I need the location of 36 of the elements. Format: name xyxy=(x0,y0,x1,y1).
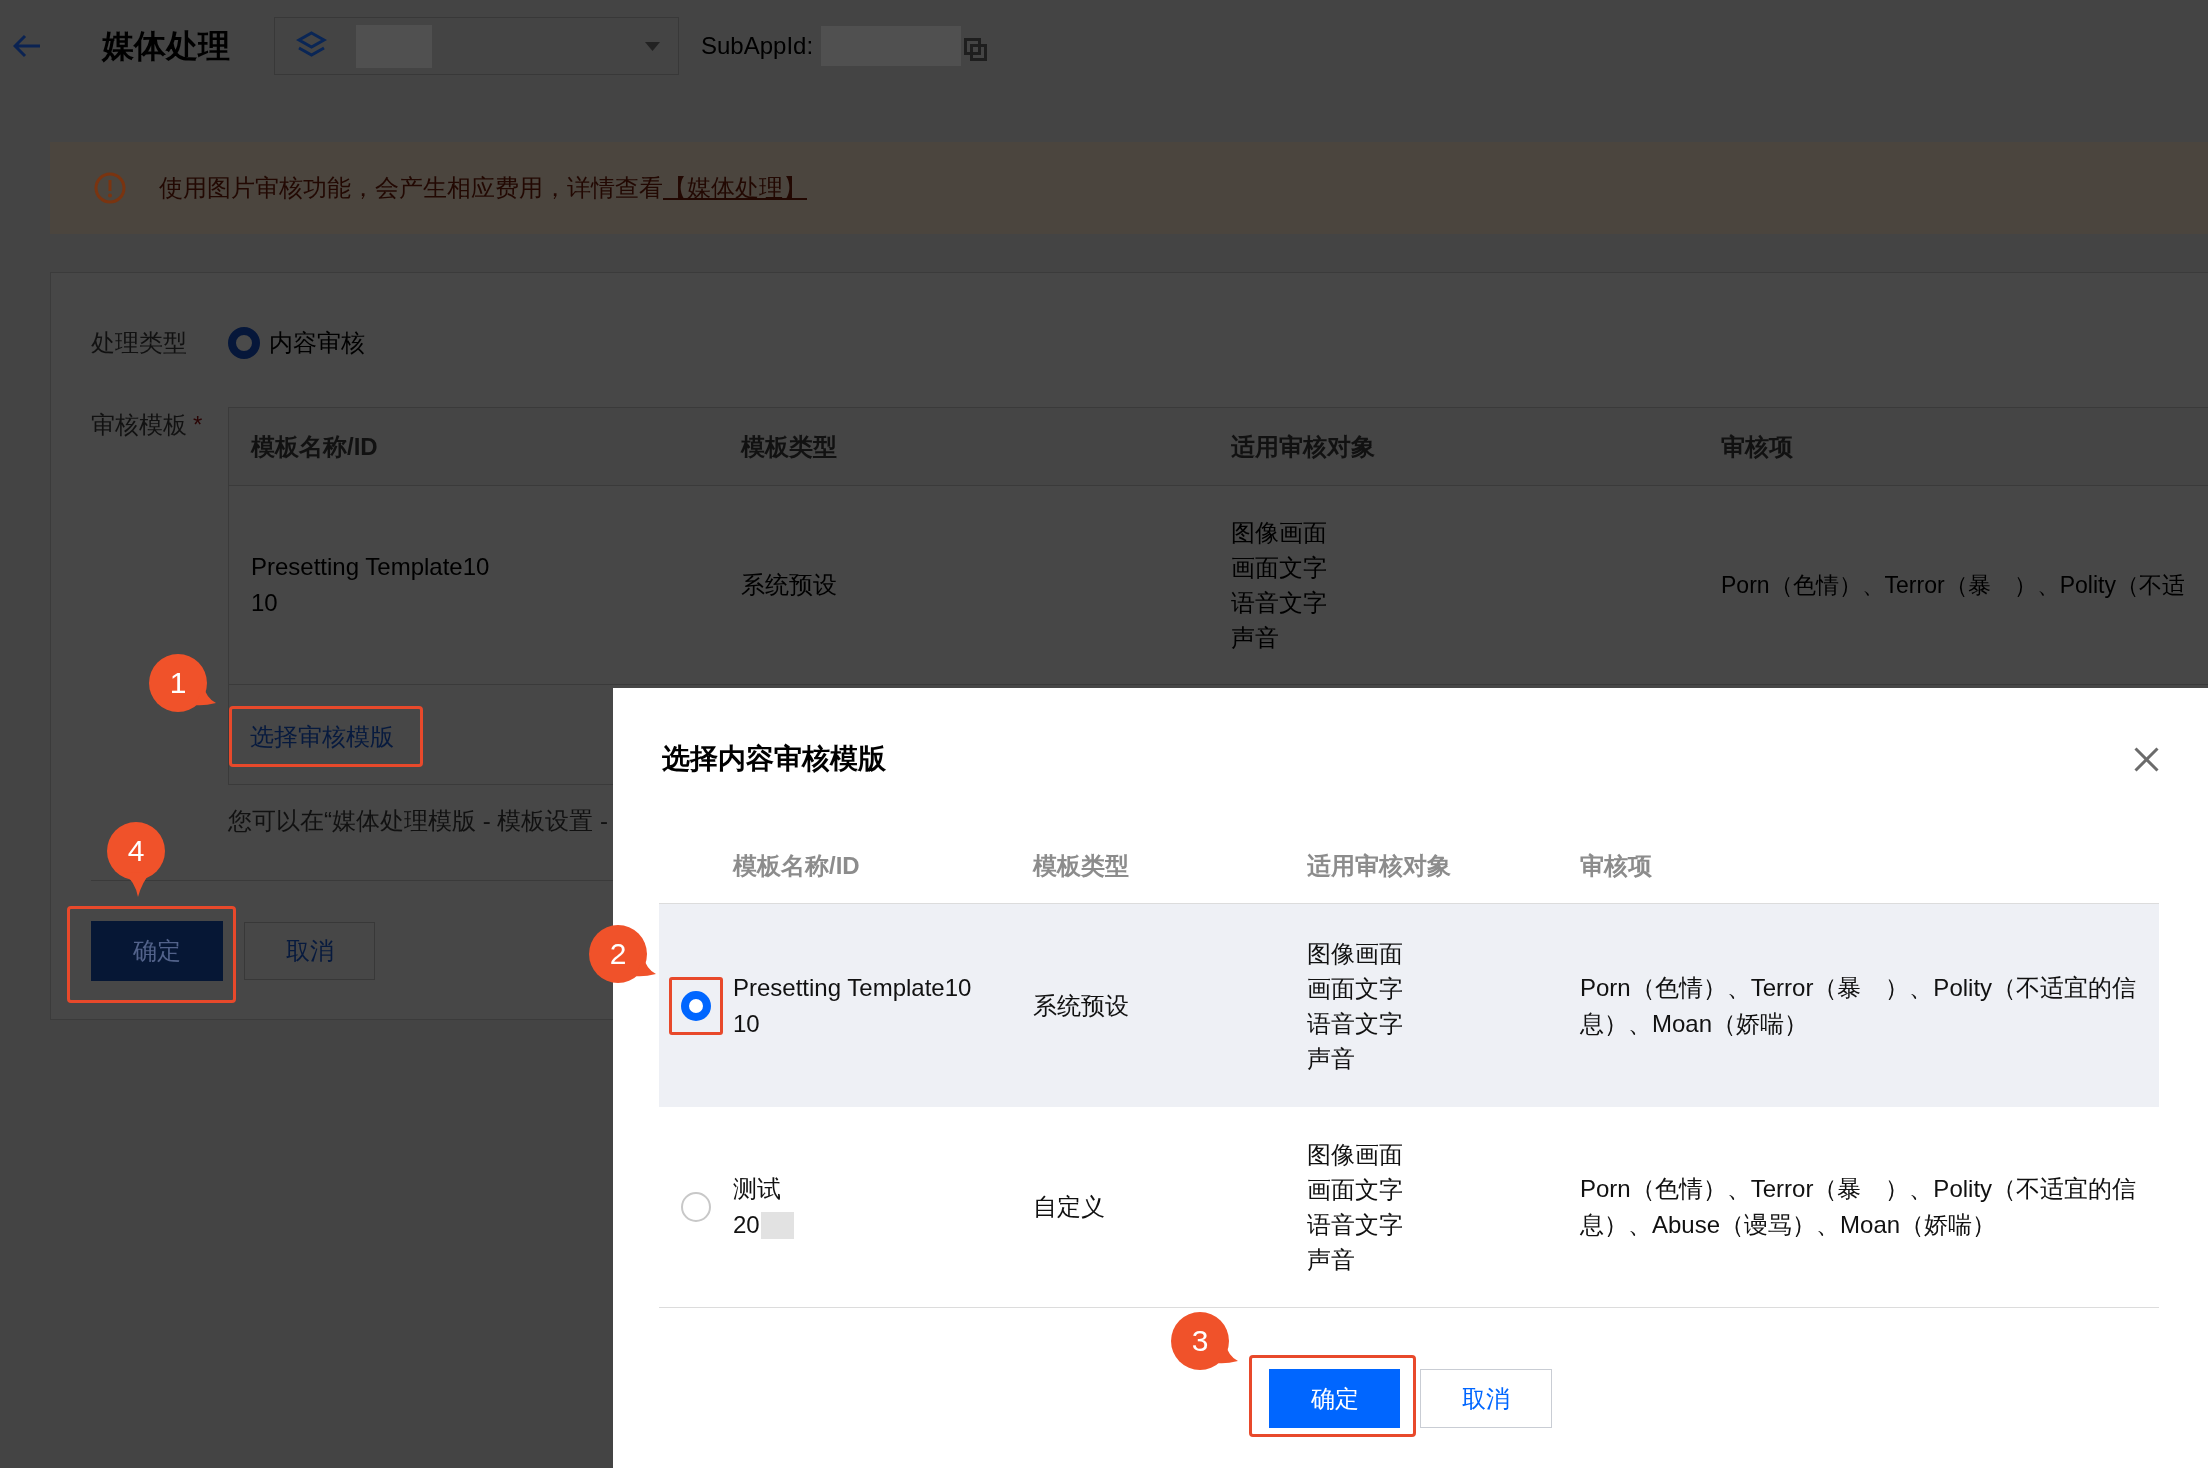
column-header: 模板类型 xyxy=(1033,850,1130,881)
table-cell-text: 图像画面 画面文字 语音文字 声音 xyxy=(1307,938,1403,1074)
template-name: 测试 xyxy=(733,1174,781,1204)
column-header: 审核项 xyxy=(1580,850,1653,881)
table-cell-text: 自定义 xyxy=(1033,1192,1105,1222)
table-cell-text: 系统预设 xyxy=(1033,990,1129,1021)
template-id: 10 xyxy=(251,588,278,618)
template-name: Presetting Template10 xyxy=(251,552,490,582)
column-header: 适用审核对象 xyxy=(1307,850,1452,881)
table-cell-text: Porn（色情）、Terror（暴 ）、Polity（不适宜的信息）、Abuse（谩骂）、Moan（娇喘） xyxy=(1580,1174,2138,1240)
dialog-title: 选择内容审核模版 xyxy=(662,742,886,776)
app-select[interactable] xyxy=(274,17,679,75)
template-id: 10 xyxy=(733,1008,760,1039)
radio-button[interactable] xyxy=(681,990,711,1021)
table-cell-text: 图像画面 画面文字 语音文字 声音 xyxy=(1230,518,1328,653)
confirm-button[interactable]: 确定 xyxy=(1269,1369,1400,1428)
confirm-button[interactable]: 确定 xyxy=(91,921,223,981)
copy-icon[interactable] xyxy=(964,37,988,61)
template-id: 20 xyxy=(733,1210,760,1240)
notice-text: 使用图片审核功能，会产生相应费用，详情查看【媒体处理】 xyxy=(159,173,807,203)
subappid-label: SubAppId: xyxy=(701,31,814,61)
table-cell-text: 系统预设 xyxy=(740,570,838,600)
back-arrow-icon[interactable] xyxy=(13,34,41,58)
page-title: 媒体处理 xyxy=(102,27,230,66)
cancel-button[interactable]: 取消 xyxy=(1420,1369,1552,1428)
radio-button[interactable] xyxy=(228,327,260,359)
table-cell-text: 图像画面 画面文字 语音文字 声音 xyxy=(1307,1140,1403,1275)
table-cell-text: Porn（色情）、Terror（暴 ）、Polity（不适 xyxy=(1720,570,2186,600)
column-header: 模板名称/ID xyxy=(733,850,861,881)
radio-label: 内容审核 xyxy=(269,328,365,358)
required-mark: * xyxy=(193,410,203,440)
caret-icon xyxy=(645,41,660,51)
close-icon[interactable] xyxy=(2134,746,2159,772)
warning-icon xyxy=(94,172,126,204)
template-name: Presetting Template10 xyxy=(733,972,972,1003)
table-cell-text: Porn（色情）、Terror（暴 ）、Polity（不适宜的信息）、Moan（娇喘） xyxy=(1580,972,2138,1039)
